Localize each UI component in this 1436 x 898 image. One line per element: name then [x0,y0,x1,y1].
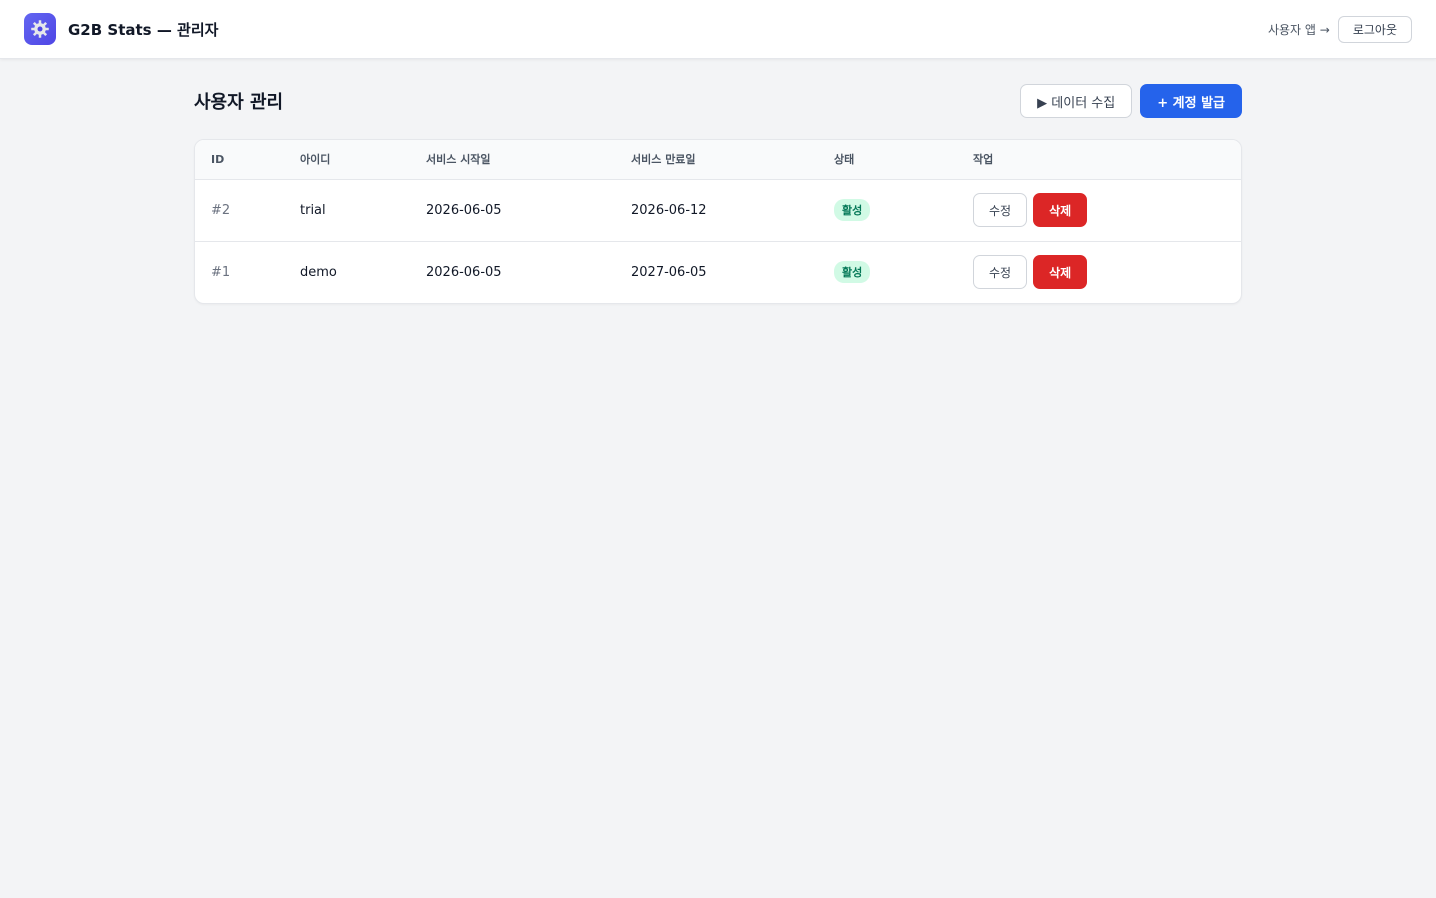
header-actions: ▶ 데이터 수집 + 계정 발급 [1020,84,1242,118]
status-cell: 활성 [834,240,973,303]
edit-button[interactable]: 수정 [973,255,1028,290]
main-content: 사용자 관리 ▶ 데이터 수집 + 계정 발급 ID 아이디 서비스 시작일 서… [194,84,1242,304]
user-app-link[interactable]: 사용자 앱 → [1268,21,1330,38]
actions-cell: 수정 삭제 [973,179,1241,241]
start-date: 2026-06-05 [426,240,631,303]
end-date: 2027-06-05 [631,240,834,303]
top-right-actions: 사용자 앱 → 로그아웃 [1268,15,1412,43]
table-header-row: ID 아이디 서비스 시작일 서비스 만료일 상태 작업 [195,140,1241,180]
page-title: 사용자 관리 [194,92,284,113]
issue-account-button[interactable]: + 계정 발급 [1140,84,1242,118]
column-header-status: 상태 [834,140,973,180]
table-row: #1 demo 2026-06-05 2027-06-05 활성 수정 삭제 [195,240,1241,303]
status-badge: 활성 [834,199,871,221]
gear-icon [24,13,56,45]
delete-button[interactable]: 삭제 [1033,255,1088,290]
table-row: #2 trial 2026-06-05 2026-06-12 활성 수정 삭제 [195,179,1241,241]
users-table-card: ID 아이디 서비스 시작일 서비스 만료일 상태 작업 #2 trial 20… [194,139,1242,304]
column-header-actions: 작업 [973,140,1241,180]
start-date: 2026-06-05 [426,202,502,218]
user-id: #1 [195,240,300,303]
username: trial [300,202,326,218]
actions-cell: 수정 삭제 [973,240,1241,303]
username: demo [300,240,426,303]
status-cell: 활성 [834,179,973,241]
column-header-id: ID [195,140,300,180]
collect-data-button[interactable]: ▶ 데이터 수집 [1020,84,1133,118]
page-header: 사용자 관리 ▶ 데이터 수집 + 계정 발급 [194,84,1242,118]
status-badge: 활성 [834,261,871,284]
column-header-start-date: 서비스 시작일 [426,140,631,180]
users-table: ID 아이디 서비스 시작일 서비스 만료일 상태 작업 #2 trial 20… [195,140,1241,303]
app-title: G2B Stats — 관리자 [68,20,219,39]
delete-button[interactable]: 삭제 [1033,193,1088,227]
logout-button[interactable]: 로그아웃 [1337,15,1412,43]
column-header-username: 아이디 [300,140,426,180]
user-id: #2 [211,202,231,218]
end-date: 2026-06-12 [631,202,707,218]
column-header-end-date: 서비스 만료일 [631,140,834,180]
edit-button[interactable]: 수정 [973,193,1028,227]
top-bar: G2B Stats — 관리자 사용자 앱 → 로그아웃 [0,0,1436,59]
brand: G2B Stats — 관리자 [24,13,218,45]
